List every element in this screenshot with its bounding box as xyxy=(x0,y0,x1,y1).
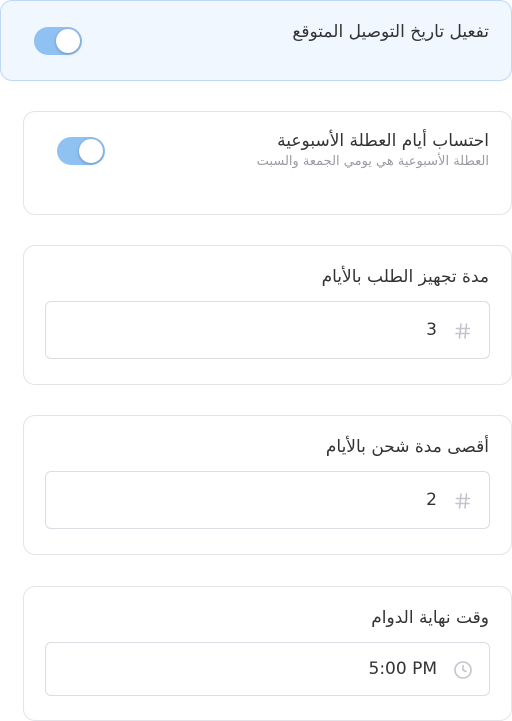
prep-days-label: مدة تجهيز الطلب بالأيام xyxy=(321,267,489,287)
prep-days-value: 3 xyxy=(426,320,437,340)
end-of-work-card: وقت نهاية الدوام 5:00 PM xyxy=(23,586,512,721)
toggle-knob xyxy=(79,139,103,163)
max-shipping-label: أقصى مدة شحن بالأيام xyxy=(325,437,489,457)
weekend-card: احتساب أيام العطلة الأسبوعية العطلة الأس… xyxy=(23,111,512,215)
estimated-delivery-card: تفعيل تاريخ التوصيل المتوقع xyxy=(0,0,512,81)
weekend-toggle[interactable] xyxy=(57,137,105,165)
prep-days-input[interactable]: 3 xyxy=(45,301,490,359)
max-shipping-input[interactable]: 2 xyxy=(45,471,490,529)
prep-days-card: مدة تجهيز الطلب بالأيام 3 xyxy=(23,245,512,385)
end-of-work-value: 5:00 PM xyxy=(368,659,438,679)
end-of-work-input[interactable]: 5:00 PM xyxy=(45,642,490,696)
end-of-work-label: وقت نهاية الدوام xyxy=(371,608,489,628)
estimated-delivery-toggle[interactable] xyxy=(34,27,82,55)
hash-icon xyxy=(455,323,471,339)
settings-page: تفعيل تاريخ التوصيل المتوقع احتساب أيام … xyxy=(0,0,512,721)
weekend-description: العطلة الأسبوعية هي يومي الجمعة والسبت xyxy=(256,154,489,169)
clock-icon xyxy=(454,661,472,679)
hash-icon xyxy=(455,493,471,509)
weekend-label: احتساب أيام العطلة الأسبوعية xyxy=(277,131,489,151)
toggle-knob xyxy=(56,29,80,53)
max-shipping-card: أقصى مدة شحن بالأيام 2 xyxy=(23,415,512,555)
max-shipping-value: 2 xyxy=(426,490,437,510)
estimated-delivery-label: تفعيل تاريخ التوصيل المتوقع xyxy=(292,22,489,42)
